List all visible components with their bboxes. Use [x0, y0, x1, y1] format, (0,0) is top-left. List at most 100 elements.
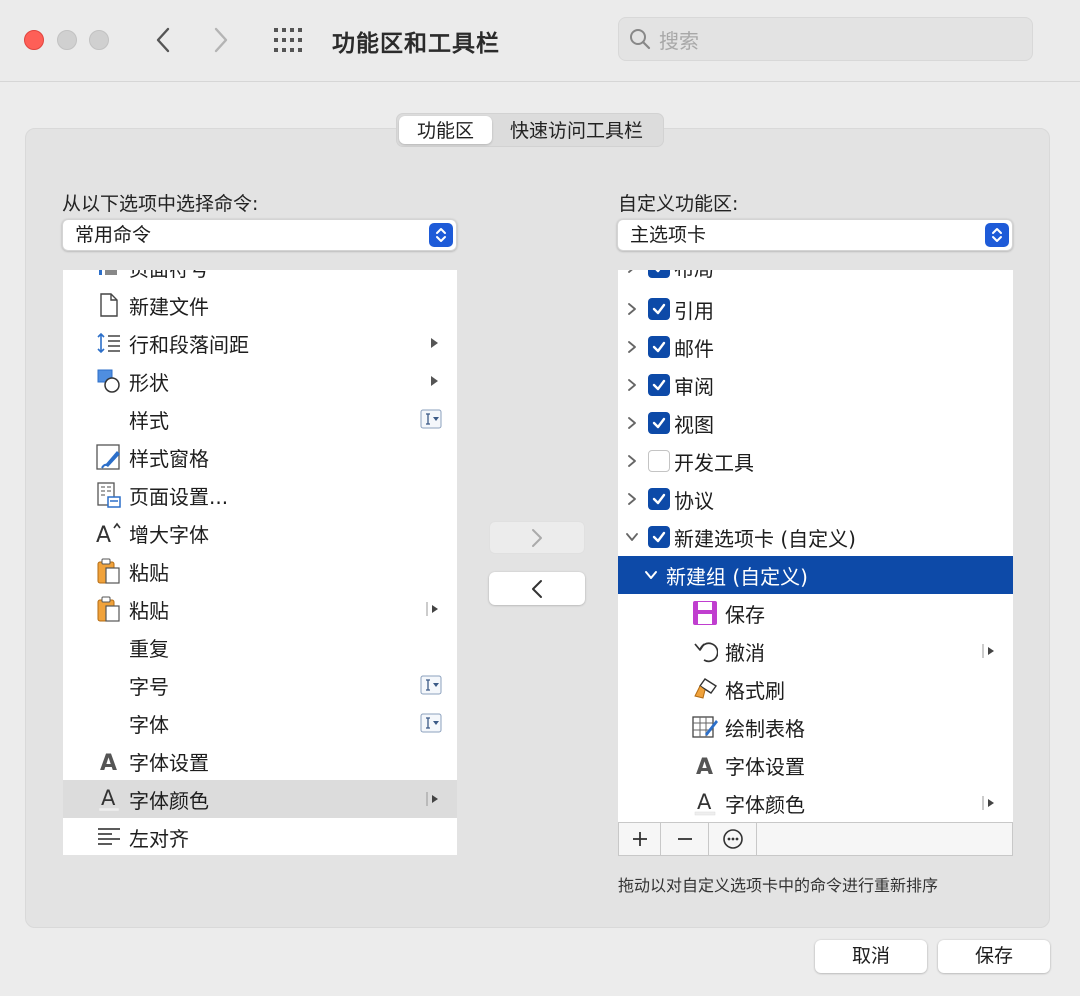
list-item[interactable]: 形状 — [63, 362, 457, 400]
chevron-right-icon[interactable] — [625, 416, 639, 430]
tree-tab-label: 布局 — [674, 270, 714, 282]
list-item-label: 形状 — [129, 370, 169, 395]
more-options-button[interactable] — [709, 823, 757, 855]
commands-source-popup[interactable]: 常用命令 — [62, 219, 457, 251]
list-item[interactable]: 样式 — [63, 400, 457, 438]
paste-icon — [95, 595, 123, 623]
chevron-right-icon — [532, 528, 542, 547]
commands-list[interactable]: 页面符号 新建文件行和段落间距形状样式样式窗格页面设置...A增大字体粘贴粘贴重… — [63, 270, 457, 855]
split-arrow-icon[interactable] — [425, 600, 443, 618]
ribbon-tabs-value: 主选项卡 — [630, 224, 707, 246]
checkbox[interactable] — [648, 270, 670, 278]
list-item[interactable]: 字号 — [63, 666, 457, 704]
page-break-icon — [95, 270, 123, 281]
svg-text:A: A — [96, 523, 111, 546]
list-item[interactable]: 重复 — [63, 628, 457, 666]
split-arrow-icon[interactable] — [981, 642, 999, 660]
show-all-button[interactable] — [272, 26, 304, 54]
tree-tab-row[interactable]: 布局 — [618, 270, 1013, 286]
list-item-label: 样式 — [129, 408, 169, 433]
tree-tab-row[interactable]: 邮件 — [618, 328, 1013, 366]
zoom-window-button[interactable] — [89, 30, 109, 50]
list-item-label: 字体颜色 — [129, 788, 209, 813]
svg-text:A: A — [100, 751, 117, 774]
tab-quick-access-toolbar[interactable]: 快速访问工具栏 — [492, 116, 661, 144]
ribbon-tree[interactable]: 布局 引用邮件审阅视图开发工具协议新建选项卡 (自定义) 新建组 (自定义) 保存撤… — [618, 270, 1013, 823]
checkbox[interactable] — [648, 450, 670, 472]
tree-command-row[interactable]: A 字体设置 — [618, 746, 1013, 784]
checkbox[interactable] — [648, 488, 670, 510]
remove-item-button[interactable] — [661, 823, 709, 855]
popup-arrows-icon — [985, 223, 1009, 247]
list-item[interactable]: 粘贴 — [63, 590, 457, 628]
combo-box-icon — [419, 675, 443, 695]
split-arrow-icon[interactable] — [981, 794, 999, 812]
checkbox[interactable] — [648, 298, 670, 320]
close-window-button[interactable] — [24, 30, 44, 50]
tree-tab-row[interactable]: 协议 — [618, 480, 1013, 518]
minimize-window-button[interactable] — [57, 30, 77, 50]
list-item[interactable]: 页面符号 — [63, 270, 457, 286]
list-item[interactable]: 页面设置... — [63, 476, 457, 514]
search-field[interactable]: 搜索 — [618, 17, 1033, 61]
forward-button[interactable] — [206, 22, 236, 58]
chevron-right-icon[interactable] — [625, 302, 639, 316]
tree-command-row[interactable]: 撤消 — [618, 632, 1013, 670]
list-item-label: 粘贴 — [129, 560, 169, 585]
undo-icon — [691, 637, 719, 665]
checkbox[interactable] — [648, 374, 670, 396]
tree-command-row[interactable]: 绘制表格 — [618, 708, 1013, 746]
save-button[interactable]: 保存 — [938, 940, 1050, 973]
chevron-down-icon[interactable] — [644, 568, 658, 582]
grow-font-icon: A — [95, 519, 123, 547]
tree-command-label: 撤消 — [725, 640, 765, 665]
tree-tab-label: 新建选项卡 (自定义) — [674, 526, 856, 551]
checkbox[interactable] — [648, 526, 670, 548]
split-arrow-icon[interactable] — [425, 790, 443, 808]
grid-icon — [274, 28, 302, 52]
chevron-right-icon[interactable] — [625, 378, 639, 392]
ribbon-tabs-popup[interactable]: 主选项卡 — [617, 219, 1013, 251]
styles-pane-icon — [95, 443, 123, 471]
list-item[interactable]: 新建文件 — [63, 286, 457, 324]
cancel-button[interactable]: 取消 — [815, 940, 927, 973]
list-item[interactable]: 样式窗格 — [63, 438, 457, 476]
tree-tab-row[interactable]: 引用 — [618, 290, 1013, 328]
tree-tab-row[interactable]: 视图 — [618, 404, 1013, 442]
tree-command-row[interactable]: A 字体颜色 — [618, 784, 1013, 822]
tree-command-row[interactable]: 保存 — [618, 594, 1013, 632]
tab-ribbon[interactable]: 功能区 — [399, 116, 493, 144]
chevron-left-icon — [156, 27, 170, 53]
list-item[interactable]: 左对齐 — [63, 818, 457, 855]
list-item[interactable]: 行和段落间距 — [63, 324, 457, 362]
list-item[interactable]: A 字体颜色 — [63, 780, 457, 818]
save-icon — [691, 599, 719, 627]
chevron-right-icon[interactable] — [625, 340, 639, 354]
checkbox[interactable] — [648, 336, 670, 358]
add-item-button[interactable] — [619, 823, 661, 855]
tree-command-label: 绘制表格 — [725, 716, 805, 741]
tree-tab-row[interactable]: 开发工具 — [618, 442, 1013, 480]
chevron-right-icon[interactable] — [625, 454, 639, 468]
reorder-hint: 拖动以对自定义选项卡中的命令进行重新排序 — [618, 876, 939, 895]
list-item[interactable]: A 字体设置 — [63, 742, 457, 780]
format-painter-icon — [691, 675, 719, 703]
back-button[interactable] — [148, 22, 178, 58]
list-item-label: 字体设置 — [129, 750, 209, 775]
checkbox[interactable] — [648, 412, 670, 434]
tree-group-label: 新建组 (自定义) — [666, 564, 808, 589]
tree-tab-row[interactable]: 新建选项卡 (自定义) — [618, 518, 1013, 556]
list-item[interactable]: 粘贴 — [63, 552, 457, 590]
remove-command-button[interactable] — [489, 572, 585, 605]
tree-group-row[interactable]: 新建组 (自定义) — [618, 556, 1013, 594]
add-command-button[interactable] — [489, 521, 585, 554]
list-item[interactable]: 字体 — [63, 704, 457, 742]
choose-commands-label: 从以下选项中选择命令: — [62, 193, 259, 215]
list-item-label: 字体 — [129, 712, 169, 737]
list-item[interactable]: A 增大字体 — [63, 514, 457, 552]
commands-source-value: 常用命令 — [75, 224, 152, 246]
chevron-down-icon[interactable] — [625, 530, 639, 544]
tree-command-row[interactable]: 格式刷 — [618, 670, 1013, 708]
tree-tab-row[interactable]: 审阅 — [618, 366, 1013, 404]
chevron-right-icon[interactable] — [625, 492, 639, 506]
